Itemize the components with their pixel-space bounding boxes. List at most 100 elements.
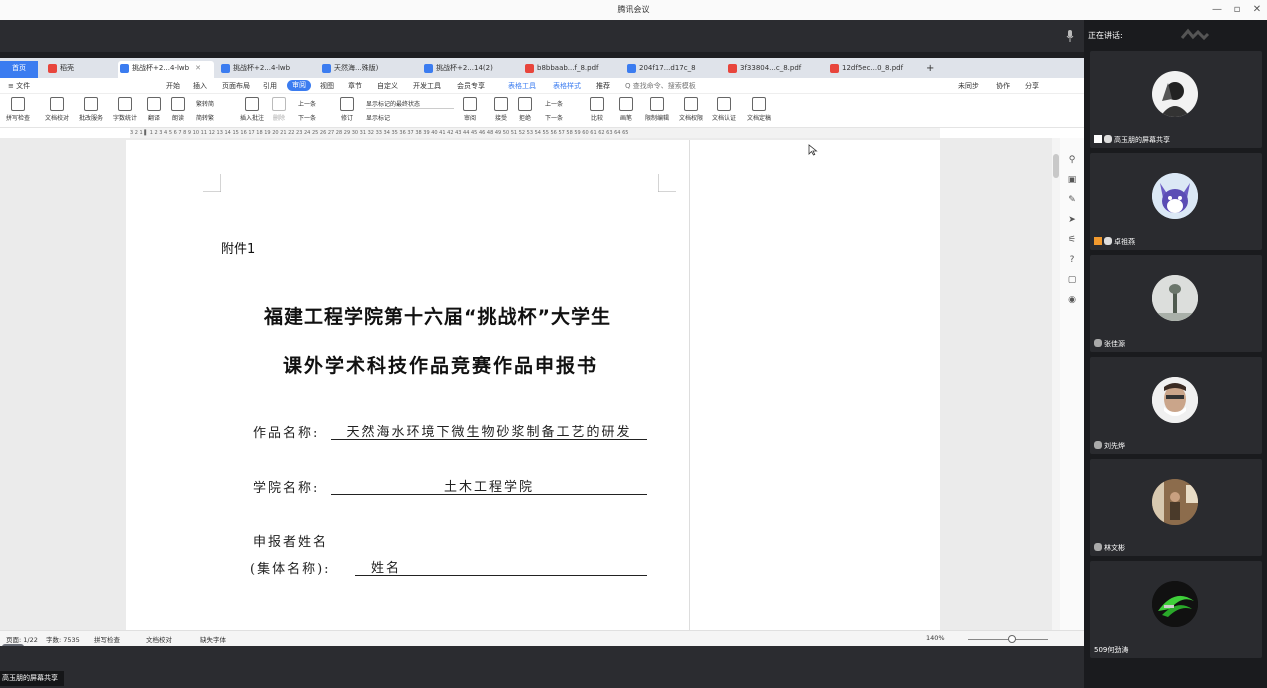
- user-icon: [1094, 237, 1102, 245]
- participant-tile[interactable]: 刘先烨: [1090, 357, 1262, 454]
- horizontal-ruler[interactable]: 3 2 1 ▌ 1 2 3 4 5 6 7 8 9 10 11 12 13 14…: [130, 128, 940, 138]
- close-button[interactable]: ✕: [1250, 3, 1264, 17]
- next-comment-button[interactable]: 下一条: [298, 113, 316, 122]
- compare-button[interactable]: 比较: [590, 97, 604, 122]
- participant-name: 刘先烨: [1104, 442, 1125, 450]
- attachment-label: 附件1: [221, 242, 256, 257]
- menu-file[interactable]: ≡ 文件: [8, 81, 30, 91]
- pointer-icon[interactable]: ➤: [1066, 214, 1078, 226]
- markup-state-select[interactable]: 显示标记的最终状态: [366, 99, 454, 109]
- menu-review[interactable]: 审阅: [287, 80, 311, 91]
- missing-font-status[interactable]: 缺失字体: [200, 634, 226, 644]
- next-change-button[interactable]: 下一条: [545, 113, 563, 122]
- prev-comment-button[interactable]: 上一条: [298, 99, 316, 108]
- menu-chapter[interactable]: 章节: [348, 81, 362, 91]
- accept-button[interactable]: 接受: [494, 97, 508, 122]
- simp-to-trad-button[interactable]: 简转繁: [196, 113, 214, 122]
- show-markup-button[interactable]: 显示标记: [366, 113, 390, 122]
- minimize-button[interactable]: —: [1210, 3, 1224, 17]
- menu-custom[interactable]: 自定义: [377, 81, 398, 91]
- speaking-wave-icon: [1180, 28, 1210, 41]
- tab-home[interactable]: 首页: [0, 61, 38, 78]
- tab-pdf[interactable]: b8bbaab...f_8.pdf: [523, 61, 619, 78]
- participant-name: 林文彬: [1104, 544, 1125, 552]
- word-doc-icon: [322, 64, 331, 73]
- tab-document-active[interactable]: 挑战杯+2...4-lwb ✕: [118, 61, 214, 78]
- sync-status[interactable]: 未同步: [958, 81, 979, 91]
- help-icon[interactable]: ?: [1066, 254, 1078, 266]
- word-count-button[interactable]: 字数统计: [113, 97, 137, 122]
- zoom-level[interactable]: 140%: [926, 634, 945, 642]
- participant-tile[interactable]: 高玉朋的屏幕共享: [1090, 51, 1262, 148]
- book-icon[interactable]: ▢: [1066, 274, 1078, 286]
- vertical-scrollbar[interactable]: [1052, 138, 1060, 630]
- tab-pdf[interactable]: 3f33804...c_8.pdf: [726, 61, 822, 78]
- location-icon[interactable]: ◉: [1066, 294, 1078, 306]
- tab-document[interactable]: 挑战杯+2...4-lwb: [219, 61, 315, 78]
- scrollbar-thumb[interactable]: [1053, 154, 1059, 178]
- speaker-icon: [171, 97, 185, 111]
- participant-tile[interactable]: 509何劲涛: [1090, 561, 1262, 658]
- tab-document[interactable]: 天然海...殊版): [320, 61, 416, 78]
- pen-button[interactable]: 画笔: [619, 97, 633, 122]
- doc-finalize-button[interactable]: 文档定稿: [747, 97, 771, 122]
- menu-view[interactable]: 视图: [320, 81, 334, 91]
- menu-member[interactable]: 会员专享: [457, 81, 485, 91]
- participant-tile[interactable]: 卓祖燕: [1090, 153, 1262, 250]
- meeting-top-bar: [0, 20, 1084, 52]
- screen-share-label: 高玉朋的屏幕共享: [0, 671, 64, 686]
- batch-icon: [84, 97, 98, 111]
- maximize-button[interactable]: ▫: [1230, 3, 1244, 17]
- insert-comment-button[interactable]: 插入批注: [240, 97, 264, 122]
- accept-icon: [494, 97, 508, 111]
- menu-layout[interactable]: 页面布局: [222, 81, 250, 91]
- tab-pdf[interactable]: 12df5ec...0_8.pdf: [828, 61, 924, 78]
- translate-icon: [147, 97, 161, 111]
- close-tab-icon[interactable]: ✕: [195, 64, 201, 72]
- share-button[interactable]: 分享: [1025, 81, 1039, 91]
- new-tab-button[interactable]: +: [924, 61, 938, 78]
- menu-start[interactable]: 开始: [166, 81, 180, 91]
- menu-reference[interactable]: 引用: [263, 81, 277, 91]
- proofread-button[interactable]: 文档校对: [45, 97, 69, 122]
- menu-devtools[interactable]: 开发工具: [413, 81, 441, 91]
- track-changes-button[interactable]: 修订: [340, 97, 354, 122]
- doc-certify-button[interactable]: 文档认证: [712, 97, 736, 122]
- participant-tile[interactable]: 林文彬: [1090, 459, 1262, 556]
- zoom-slider-handle[interactable]: [1008, 635, 1016, 643]
- rocket-icon[interactable]: ⚲: [1066, 154, 1078, 166]
- doc-permission-button[interactable]: 文档权限: [679, 97, 703, 122]
- pdf-icon: [525, 64, 534, 73]
- delete-comment-button[interactable]: 删除: [272, 97, 286, 122]
- image-icon[interactable]: ▣: [1066, 174, 1078, 186]
- edit-icon[interactable]: ✎: [1066, 194, 1078, 206]
- word-count-status[interactable]: 字数: 7535: [46, 634, 80, 644]
- page-margin-line: [689, 140, 690, 630]
- read-aloud-button[interactable]: 朗读: [171, 97, 185, 122]
- review-pane-button[interactable]: 审阅: [463, 97, 477, 122]
- certify-icon: [717, 97, 731, 111]
- collab-button[interactable]: 协作: [996, 81, 1010, 91]
- participant-tile[interactable]: 张佳源: [1090, 255, 1262, 352]
- tab-document[interactable]: 挑战杯+2...14(2): [422, 61, 518, 78]
- trad-to-simp-button[interactable]: 繁转简: [196, 99, 214, 108]
- spell-check-button[interactable]: 拼写检查: [6, 97, 30, 122]
- page-indicator[interactable]: 页面: 1/22: [6, 634, 38, 644]
- prev-change-button[interactable]: 上一条: [545, 99, 563, 108]
- settings-sliders-icon[interactable]: ⚟: [1066, 234, 1078, 246]
- proofread-status[interactable]: 文档校对: [146, 634, 172, 644]
- translate-button[interactable]: 翻译: [147, 97, 161, 122]
- menu-insert[interactable]: 插入: [193, 81, 207, 91]
- batch-service-button[interactable]: 批改服务: [79, 97, 103, 122]
- menu-table-style[interactable]: 表格样式: [553, 81, 581, 91]
- tab-document[interactable]: 204f17...d17c_8: [625, 61, 721, 78]
- tab-docer[interactable]: 稻壳: [46, 61, 112, 78]
- menu-recommend[interactable]: 推荐: [596, 81, 610, 91]
- command-search[interactable]: Q 查找命令、搜索模板: [625, 81, 696, 91]
- spell-check-status[interactable]: 拼写检查: [94, 634, 120, 644]
- restrict-edit-button[interactable]: 限制编辑: [645, 97, 669, 122]
- reject-button[interactable]: 拒绝: [518, 97, 532, 122]
- menu-table-tools[interactable]: 表格工具: [508, 81, 536, 91]
- man-face-avatar: [1152, 377, 1198, 423]
- finalize-icon: [752, 97, 766, 111]
